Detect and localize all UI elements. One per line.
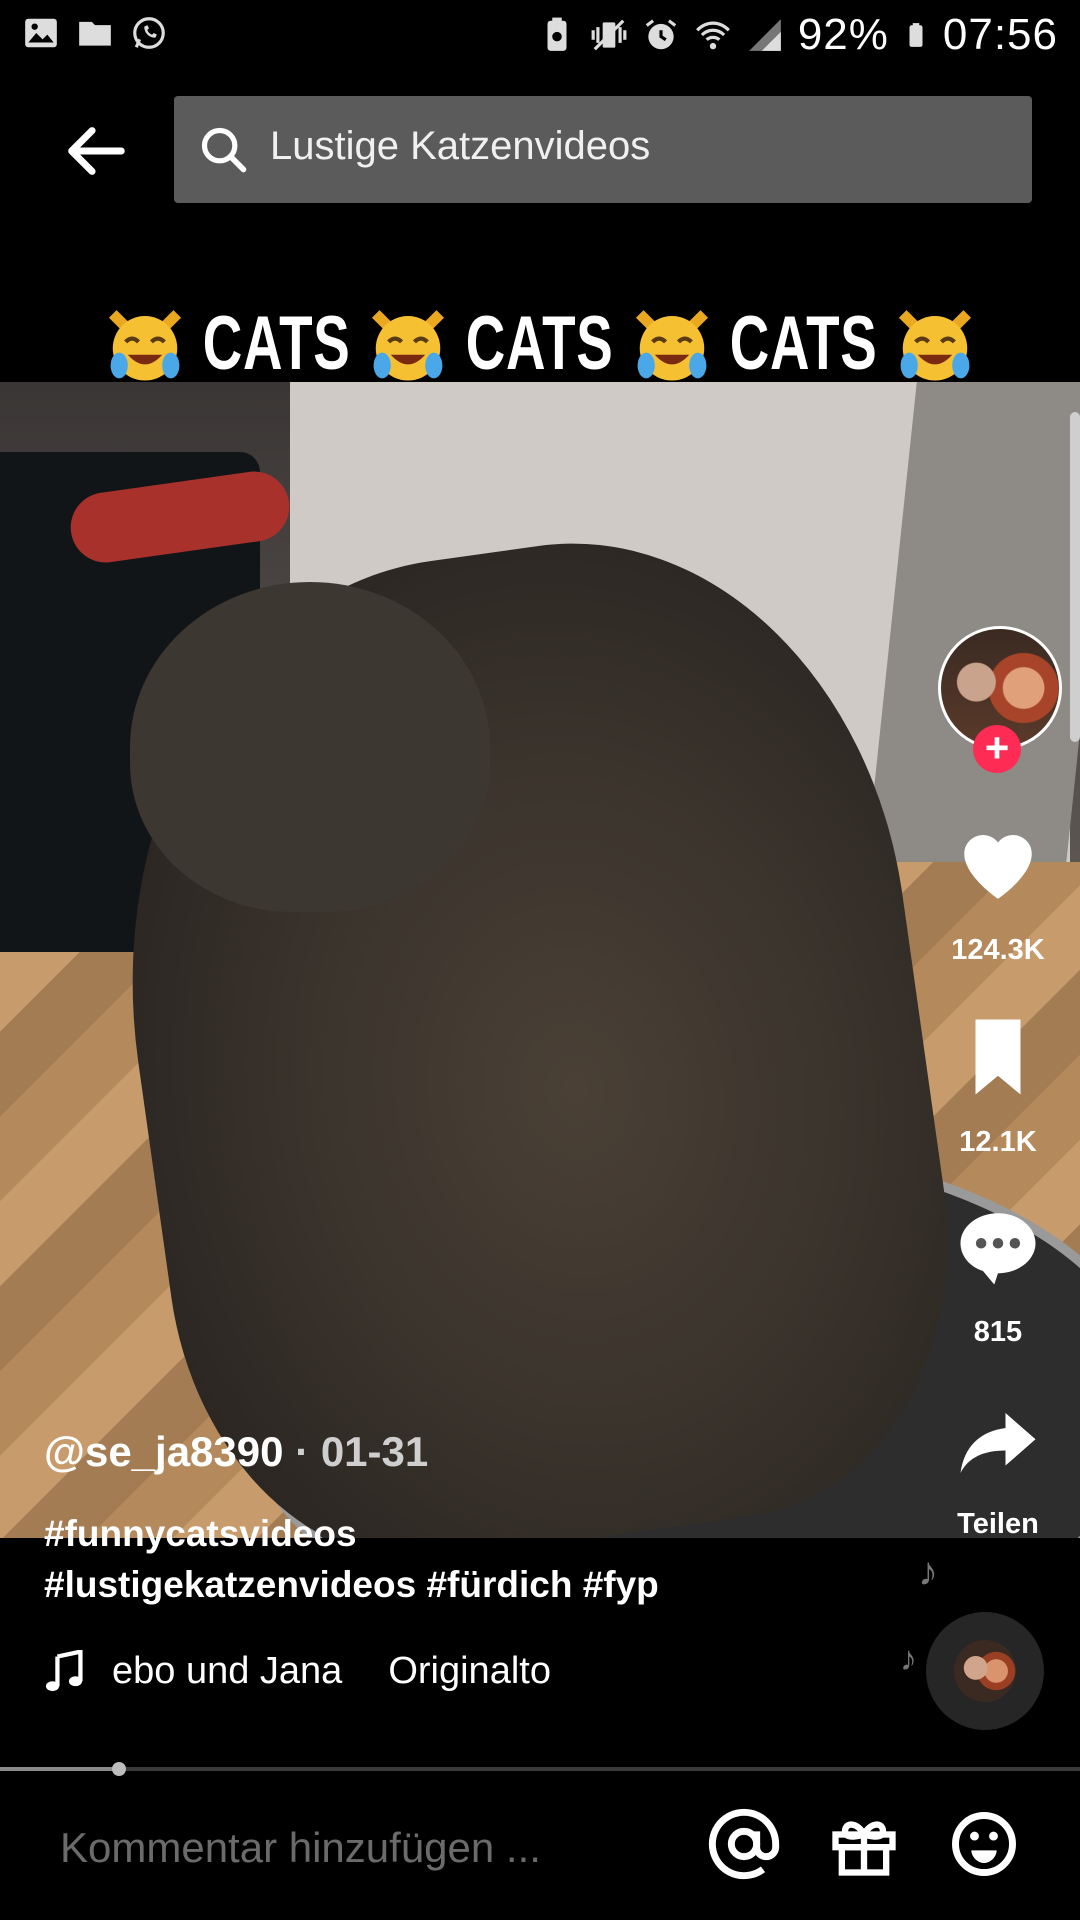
music-note-icon xyxy=(45,1650,83,1692)
floating-note-icon: ♪ xyxy=(918,1550,938,1594)
folder-icon xyxy=(79,21,111,46)
battery-icon xyxy=(909,23,923,47)
music-marquee[interactable]: ebo und Jana Originalto xyxy=(112,1650,592,1693)
gallery-icon xyxy=(25,18,57,48)
cat-tears-of-joy-emoji-icon xyxy=(372,309,445,381)
signal-icon xyxy=(748,19,781,51)
status-right: 92% 07:56 xyxy=(538,10,1058,60)
overlay-word-1: CATS xyxy=(202,301,351,386)
comment-input[interactable]: Kommentar hinzufügen ... xyxy=(60,1824,541,1872)
bookmark-icon[interactable] xyxy=(948,1012,1048,1102)
back-arrow-icon[interactable] xyxy=(60,116,130,186)
battery-percent: 92% xyxy=(797,10,889,59)
like-count: 124.3K xyxy=(951,934,1045,966)
comment-count: 815 xyxy=(973,1316,1023,1348)
overlay-word-3: CATS xyxy=(729,301,878,386)
whatsapp-icon xyxy=(133,17,165,49)
status-left-icons xyxy=(22,14,168,52)
cat-tears-of-joy-emoji-icon xyxy=(898,309,971,381)
music-disc-cover xyxy=(954,1640,1016,1702)
caption-author[interactable]: @se_ja8390 · 01-31 xyxy=(44,1428,428,1476)
status-bar: 92% 07:56 xyxy=(0,0,1080,76)
bookmark-count: 12.1K xyxy=(959,1126,1037,1158)
username[interactable]: @se_ja8390 xyxy=(44,1428,284,1475)
emoji-smiley-icon[interactable] xyxy=(946,1806,1022,1882)
floating-note-icon: ♪ xyxy=(900,1640,917,1678)
video-overlay-title: CATS CATS CATS xyxy=(0,300,1080,400)
music-part-2: Originalto xyxy=(388,1650,551,1692)
alarm-icon xyxy=(645,19,677,50)
video-progress-bar[interactable] xyxy=(0,1762,1080,1776)
cat-head xyxy=(130,582,490,912)
status-time: 07:56 xyxy=(942,10,1058,59)
share-arrow-icon[interactable] xyxy=(948,1398,1048,1488)
video-player[interactable] xyxy=(0,382,1080,1538)
cat-tears-of-joy-emoji-icon xyxy=(635,309,708,381)
video-progress-fill xyxy=(0,1767,119,1771)
search-icon xyxy=(201,127,247,173)
post-date: · 01-31 xyxy=(283,1428,429,1475)
comment-bubble-icon[interactable] xyxy=(948,1202,1048,1292)
hashtags-line-1[interactable]: #funnycatsvideos xyxy=(44,1508,744,1559)
side-scrollbar[interactable] xyxy=(1070,412,1080,742)
follow-plus-button[interactable]: + xyxy=(973,725,1021,773)
caption-hashtags[interactable]: #funnycatsvideos #lustigekatzenvideos #f… xyxy=(44,1508,744,1610)
search-query: Lustige Katzenvideos xyxy=(270,124,651,168)
gift-icon[interactable] xyxy=(826,1806,902,1882)
wifi-icon xyxy=(695,21,730,50)
mention-at-icon[interactable] xyxy=(706,1806,782,1882)
battery-saver-icon xyxy=(547,17,567,51)
hashtags-line-2[interactable]: #lustigekatzenvideos #fürdich #fyp xyxy=(44,1559,744,1610)
overlay-word-2: CATS xyxy=(466,301,614,386)
vibrate-icon xyxy=(591,19,627,51)
cat-tears-of-joy-emoji-icon xyxy=(109,309,182,381)
share-label: Teilen xyxy=(957,1508,1039,1540)
search-bar[interactable]: Lustige Katzenvideos xyxy=(174,96,1032,203)
music-disc[interactable] xyxy=(926,1612,1044,1730)
heart-icon[interactable] xyxy=(948,820,1048,910)
music-part-1: ebo und Jana xyxy=(112,1650,343,1692)
video-progress-handle[interactable] xyxy=(111,1762,126,1776)
